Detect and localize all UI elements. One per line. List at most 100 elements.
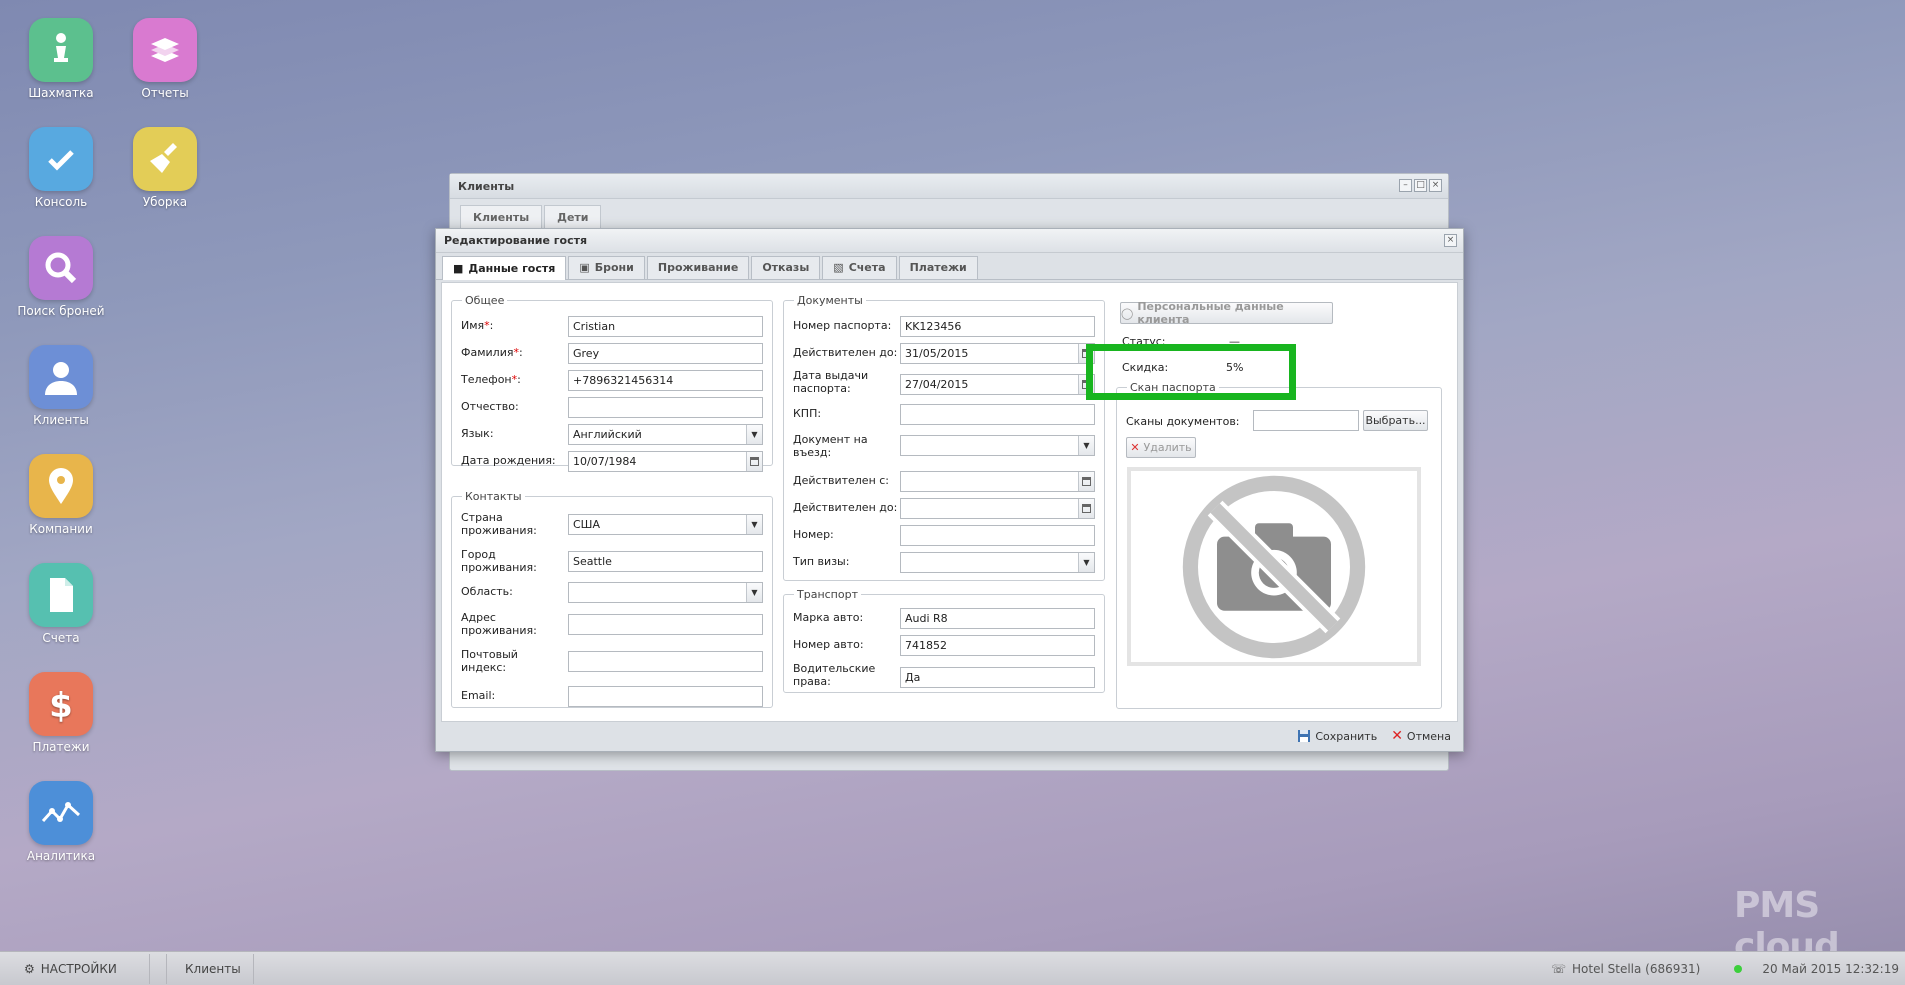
document-icon: ▧ bbox=[833, 261, 844, 274]
valid-to-2-label: Действителен до: bbox=[793, 501, 898, 514]
desktop-icon-console[interactable]: Консоль bbox=[9, 127, 113, 209]
broom-icon bbox=[133, 127, 197, 191]
chevron-down-icon[interactable]: ▼ bbox=[1078, 436, 1094, 455]
patronymic-field[interactable] bbox=[568, 397, 763, 418]
desktop-icon-label: Счета bbox=[42, 631, 80, 645]
chart-line-icon bbox=[29, 781, 93, 845]
license-label: Водительские права: bbox=[793, 662, 876, 688]
tab-invoices[interactable]: ▧ Счета bbox=[822, 256, 897, 279]
chevron-down-icon[interactable]: ▼ bbox=[1078, 553, 1094, 572]
documents-fieldset: Документы Номер паспорта: KK123456 Дейст… bbox=[783, 294, 1105, 581]
zip-field[interactable] bbox=[568, 651, 763, 672]
valid-to-field[interactable]: 31/05/2015 bbox=[900, 343, 1095, 364]
visa-type-select[interactable]: ▼ bbox=[900, 552, 1095, 573]
tab-stays[interactable]: Проживание bbox=[646, 256, 750, 279]
minimize-icon[interactable]: – bbox=[1399, 179, 1412, 192]
valid-from-field[interactable] bbox=[900, 471, 1095, 492]
desktop-icon-cleaning[interactable]: Уборка bbox=[113, 127, 217, 209]
car-number-field[interactable]: 741852 bbox=[900, 635, 1095, 656]
chevron-down-icon[interactable]: ▼ bbox=[746, 515, 762, 534]
window-title: Клиенты bbox=[450, 174, 1448, 199]
delete-scan-button[interactable]: ✕ Удалить bbox=[1126, 437, 1196, 458]
number-field[interactable] bbox=[900, 525, 1095, 546]
cancel-x-icon: ✕ bbox=[1391, 728, 1403, 744]
valid-to-label: Действителен до: bbox=[793, 346, 898, 359]
desktop-icon-analytics[interactable]: Аналитика bbox=[9, 781, 113, 863]
first-name-field[interactable]: Cristian bbox=[568, 316, 763, 337]
choose-file-button[interactable]: Выбрать... bbox=[1363, 410, 1428, 431]
issue-date-label: Дата выдачи паспорта: bbox=[793, 369, 869, 395]
books-icon bbox=[133, 18, 197, 82]
personal-data-button[interactable]: ◯ Персональные данные клиента bbox=[1120, 300, 1333, 326]
entry-doc-select[interactable]: ▼ bbox=[900, 435, 1095, 456]
tab-children[interactable]: Дети bbox=[544, 205, 602, 229]
visa-type-label: Тип визы: bbox=[793, 555, 850, 568]
phone-field[interactable]: +7896321456314 bbox=[568, 370, 763, 391]
cancel-button[interactable]: ✕ Отмена bbox=[1391, 728, 1451, 744]
briefcase-icon: ▣ bbox=[579, 261, 590, 274]
taskbar-window-clients[interactable]: Клиенты bbox=[166, 953, 254, 984]
maximize-icon[interactable]: □ bbox=[1414, 179, 1427, 192]
kpp-field[interactable] bbox=[900, 404, 1095, 425]
close-icon[interactable]: × bbox=[1444, 234, 1457, 247]
phone-icon: ☏ bbox=[1551, 961, 1567, 976]
contacts-legend: Контакты bbox=[465, 490, 522, 503]
svg-text:$: $ bbox=[49, 686, 73, 726]
address-field[interactable] bbox=[568, 614, 763, 635]
settings-button[interactable]: ⚙ НАСТРОЙКИ bbox=[0, 953, 150, 984]
desktop-icon-companies[interactable]: Компании bbox=[9, 454, 113, 536]
tab-refusals[interactable]: Отказы bbox=[751, 256, 821, 279]
phone-label: Телефон*: bbox=[461, 373, 521, 386]
calendar-icon[interactable] bbox=[746, 452, 762, 471]
last-name-field[interactable]: Grey bbox=[568, 343, 763, 364]
passport-number-field[interactable]: KK123456 bbox=[900, 316, 1095, 337]
desktop-icon-chess[interactable]: Шахматка bbox=[9, 18, 113, 100]
tab-guest-data[interactable]: ■ Данные гостя bbox=[442, 256, 567, 280]
chevron-down-icon[interactable]: ▼ bbox=[746, 583, 762, 602]
save-button[interactable]: Сохранить bbox=[1297, 729, 1377, 743]
country-select[interactable]: США ▼ bbox=[568, 514, 763, 535]
birth-date-field[interactable]: 10/07/1984 bbox=[568, 451, 763, 472]
taskbar: ⚙ НАСТРОЙКИ Клиенты ☏ Hotel Stella (686931… bbox=[0, 951, 1905, 985]
desktop-icon-label: Уборка bbox=[142, 195, 188, 209]
tab-bookings[interactable]: ▣ Брони bbox=[568, 256, 645, 279]
hotel-info: ☏ Hotel Stella (686931) bbox=[1551, 961, 1701, 976]
clock: 20 Май 2015 12:32:19 bbox=[1762, 961, 1899, 976]
kpp-label: КПП: bbox=[793, 407, 822, 420]
floppy-icon bbox=[1298, 730, 1311, 742]
issue-date-field[interactable]: 27/04/2015 bbox=[900, 374, 1095, 395]
calendar-icon[interactable] bbox=[1078, 499, 1094, 518]
dialog-title: Редактирование гостя bbox=[436, 229, 1463, 253]
tab-payments[interactable]: Платежи bbox=[898, 256, 978, 279]
car-field[interactable]: Audi R8 bbox=[900, 608, 1095, 629]
general-legend: Общее bbox=[465, 294, 505, 307]
dialog-body: Общее Имя*: Cristian Фамилия*: Grey Теле… bbox=[441, 282, 1458, 722]
delete-x-icon: ✕ bbox=[1130, 441, 1140, 454]
calendar-icon[interactable] bbox=[1078, 472, 1094, 491]
desktop-icon-payments[interactable]: $ Платежи bbox=[9, 672, 113, 754]
dollar-icon: $ bbox=[29, 672, 93, 736]
license-field[interactable]: Да bbox=[900, 667, 1095, 688]
unlock-icon: ◯ bbox=[1121, 306, 1134, 320]
scans-file-field[interactable] bbox=[1253, 410, 1359, 431]
desktop-icon-clients[interactable]: Клиенты bbox=[9, 345, 113, 427]
tab-clients[interactable]: Клиенты bbox=[460, 205, 543, 229]
region-select[interactable]: ▼ bbox=[568, 582, 763, 603]
desktop-icon-search-bookings[interactable]: Поиск броней bbox=[9, 236, 113, 318]
magnifier-icon bbox=[29, 236, 93, 300]
desktop-icon-reports[interactable]: Отчеты bbox=[113, 18, 217, 100]
discount-highlight-box bbox=[1086, 344, 1296, 400]
email-field[interactable] bbox=[568, 686, 763, 707]
chevron-down-icon[interactable]: ▼ bbox=[746, 425, 762, 444]
city-field[interactable]: Seattle bbox=[568, 551, 763, 572]
desktop-icon-label: Шахматка bbox=[28, 86, 94, 100]
language-select[interactable]: Английский ▼ bbox=[568, 424, 763, 445]
valid-to-2-field[interactable] bbox=[900, 498, 1095, 519]
zip-label: Почтовый индекс: bbox=[461, 648, 518, 674]
desktop-icon-invoices[interactable]: Счета bbox=[9, 563, 113, 645]
last-name-label: Фамилия*: bbox=[461, 346, 523, 359]
scans-label: Сканы документов: bbox=[1126, 415, 1240, 428]
close-icon[interactable]: × bbox=[1429, 179, 1442, 192]
address-label: Адрес проживания: bbox=[461, 611, 537, 637]
contacts-fieldset: Контакты Страна проживания: США ▼ Город п… bbox=[451, 490, 773, 708]
